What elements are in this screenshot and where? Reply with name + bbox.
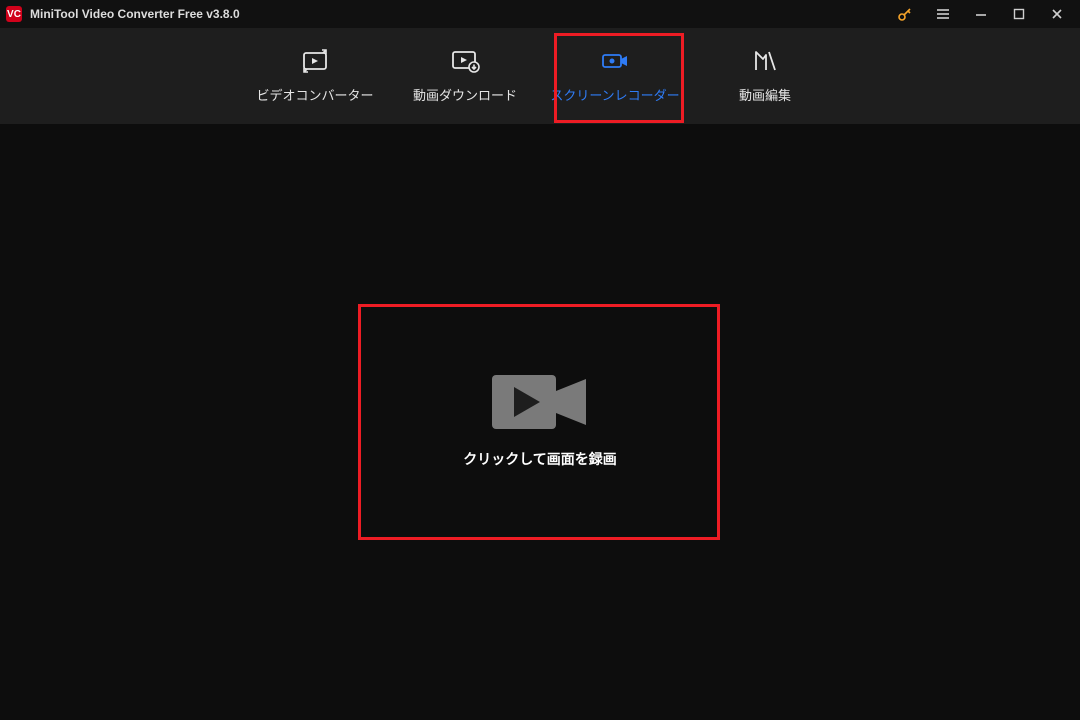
tab-video-download[interactable]: 動画ダウンロード [390, 37, 540, 115]
minimize-button[interactable] [962, 0, 1000, 28]
tab-video-edit[interactable]: 動画編集 [690, 37, 840, 115]
edit-icon [750, 49, 780, 73]
close-button[interactable] [1038, 0, 1076, 28]
tab-label: ビデオコンバーター [256, 85, 373, 104]
minimize-icon [974, 7, 988, 21]
convert-icon [300, 49, 330, 73]
maximize-button[interactable] [1000, 0, 1038, 28]
close-icon [1050, 7, 1064, 21]
hamburger-icon [935, 6, 951, 22]
maximize-icon [1013, 8, 1025, 20]
titlebar-actions [886, 0, 1076, 28]
tab-video-converter[interactable]: ビデオコンバーター [240, 37, 390, 115]
tab-label: 動画ダウンロード [413, 85, 517, 104]
camera-icon [600, 49, 630, 73]
tab-bar: ビデオコンバーター 動画ダウンロード スクリーンレコーダー [0, 28, 1080, 124]
record-screen-button[interactable]: クリックして画面を録画 [360, 304, 720, 538]
app-logo: VC [6, 6, 22, 22]
tab-label: スクリーンレコーダー [550, 85, 679, 104]
download-icon [450, 49, 480, 73]
titlebar: VC MiniTool Video Converter Free v3.8.0 [0, 0, 1080, 28]
tab-screen-recorder[interactable]: スクリーンレコーダー [540, 37, 690, 115]
record-cta-label: クリックして画面を録画 [463, 449, 617, 469]
menu-button[interactable] [924, 0, 962, 28]
tab-label: 動画編集 [739, 85, 791, 104]
app-title: MiniTool Video Converter Free v3.8.0 [30, 7, 240, 21]
record-camera-icon [490, 373, 590, 431]
work-area: クリックして画面を録画 [0, 124, 1080, 720]
upgrade-key-button[interactable] [886, 0, 924, 28]
key-icon [897, 6, 913, 22]
